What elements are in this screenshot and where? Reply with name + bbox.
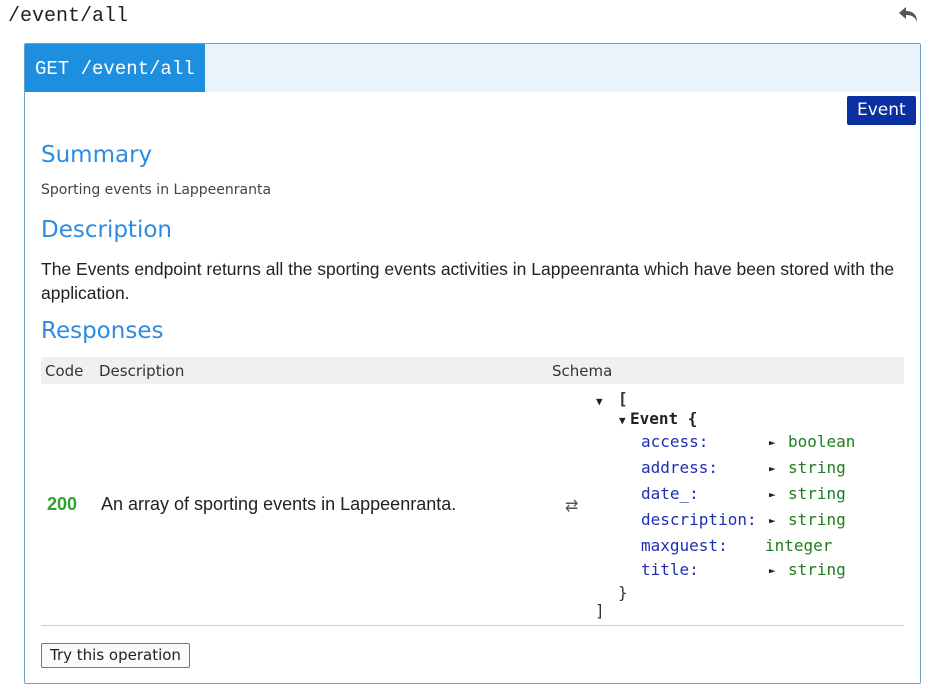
schema-model: ▼ [ ▼ Event { access: ► boolean address:… bbox=[595, 389, 915, 624]
responses-heading: Responses bbox=[41, 318, 164, 344]
expand-icon[interactable]: ► bbox=[769, 436, 776, 449]
operation-header[interactable]: GET /event/all bbox=[25, 44, 920, 92]
field-name: address: bbox=[641, 458, 719, 477]
column-description: Description bbox=[99, 362, 185, 380]
field-name: access: bbox=[641, 432, 709, 451]
field-type: string bbox=[788, 510, 846, 529]
expand-icon[interactable]: ► bbox=[769, 564, 776, 577]
schema-close-brace: } bbox=[618, 583, 628, 602]
expand-icon[interactable]: ► bbox=[769, 462, 776, 475]
description-heading: Description bbox=[41, 217, 172, 243]
response-description: An array of sporting events in Lappeenra… bbox=[101, 494, 457, 514]
field-type: integer bbox=[765, 536, 833, 555]
field-name: description: bbox=[641, 510, 757, 529]
back-arrow-icon[interactable] bbox=[896, 4, 920, 26]
expand-icon[interactable]: ► bbox=[769, 514, 776, 527]
response-code: 200 bbox=[47, 494, 78, 514]
summary-text: Sporting events in Lappeenranta bbox=[41, 182, 272, 198]
page-title: /event/all bbox=[8, 5, 129, 28]
top-bar: /event/all bbox=[0, 0, 937, 40]
field-name: maxguest: bbox=[641, 536, 728, 555]
divider bbox=[41, 625, 904, 626]
schema-model-name: Event { bbox=[630, 409, 698, 428]
schema-close-bracket: ] bbox=[595, 601, 605, 620]
field-type: string bbox=[788, 484, 846, 503]
field-name: title: bbox=[641, 560, 699, 579]
summary-heading: Summary bbox=[41, 142, 153, 168]
description-text: The Events endpoint returns all the spor… bbox=[41, 259, 895, 303]
try-operation-button[interactable]: Try this operation bbox=[41, 643, 190, 668]
field-type: string bbox=[788, 560, 846, 579]
field-name: date_: bbox=[641, 484, 699, 503]
responses-table-header: Code Description Schema bbox=[41, 357, 904, 384]
tag-badge[interactable]: Event bbox=[847, 96, 916, 125]
collapse-model-icon[interactable]: ▼ bbox=[619, 414, 626, 427]
column-code: Code bbox=[45, 362, 84, 380]
schema-open-bracket: [ bbox=[618, 389, 628, 408]
collapse-array-icon[interactable]: ▼ bbox=[596, 395, 603, 408]
field-type: string bbox=[788, 458, 846, 477]
method-path-badge[interactable]: GET /event/all bbox=[25, 44, 205, 92]
operation-panel: GET /event/all Event Summary Sporting ev… bbox=[24, 43, 921, 684]
field-type: boolean bbox=[788, 432, 856, 451]
column-schema: Schema bbox=[552, 362, 613, 380]
expand-icon[interactable]: ► bbox=[769, 488, 776, 501]
swap-icon[interactable]: ⇄ bbox=[565, 496, 578, 516]
